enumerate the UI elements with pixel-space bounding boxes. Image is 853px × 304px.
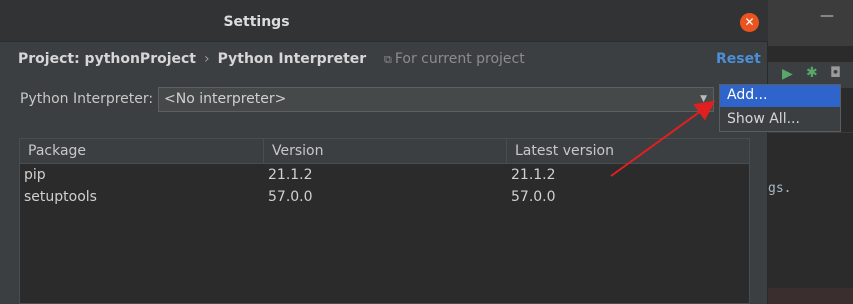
menu-item-add[interactable]: Add... — [720, 85, 840, 107]
breadcrumb-project: Project: pythonProject — [18, 51, 197, 67]
run-icon[interactable]: ▶ — [782, 66, 793, 82]
interpreter-value: <No interpreter> — [164, 91, 287, 107]
minimize-icon[interactable]: — — [820, 8, 834, 24]
background-status-strip — [768, 288, 853, 304]
coverage-icon[interactable]: ◘ — [830, 65, 841, 81]
packages-table: Package Version Latest version pip 21.1.… — [19, 138, 750, 304]
interpreter-options-menu: Add... Show All... — [719, 84, 841, 132]
column-header-version[interactable]: Version — [264, 139, 507, 164]
breadcrumb-separator: › — [204, 51, 210, 67]
background-code-text: gs. — [768, 181, 792, 196]
table-header: Package Version Latest version — [20, 139, 749, 164]
interpreter-label: Python Interpreter: — [20, 91, 154, 107]
scope-label: For current project — [394, 51, 525, 67]
package-name-cell: setuptools — [24, 189, 97, 205]
reset-link[interactable]: Reset — [716, 51, 761, 67]
breadcrumb: Project: pythonProject › Python Interprete… — [18, 51, 366, 67]
dialog-title: Settings — [223, 14, 290, 30]
dropdown-arrow-icon[interactable]: ▼ — [700, 94, 707, 104]
debug-icon[interactable]: ✱ — [806, 65, 818, 81]
column-header-package[interactable]: Package — [20, 139, 264, 164]
package-latest-version-cell: 21.1.2 — [511, 167, 556, 183]
menu-item-show-all[interactable]: Show All... — [720, 109, 840, 131]
package-name-cell: pip — [24, 167, 46, 183]
column-header-latest-version[interactable]: Latest version — [507, 139, 749, 164]
background-ide-titlebar — [768, 0, 853, 46]
table-row[interactable]: setuptools 57.0.0 57.0.0 — [20, 187, 749, 209]
settings-dialog: Settings ✕ Project: pythonProject › Python… — [0, 0, 768, 304]
background-code-editor — [768, 132, 853, 304]
package-latest-version-cell: 57.0.0 — [511, 189, 556, 205]
scope-indicator: ⧉ For current project — [384, 51, 525, 67]
package-version-cell: 21.1.2 — [268, 167, 313, 183]
close-icon: ✕ — [744, 15, 755, 29]
breadcrumb-page: Python Interpreter — [217, 51, 367, 67]
close-button[interactable]: ✕ — [740, 13, 759, 32]
copy-icon: ⧉ — [384, 53, 392, 66]
package-version-cell: 57.0.0 — [268, 189, 313, 205]
table-row[interactable]: pip 21.1.2 21.1.2 — [20, 165, 749, 187]
interpreter-select[interactable]: <No interpreter> ▼ — [158, 87, 714, 112]
dialog-titlebar: Settings ✕ — [0, 0, 768, 42]
